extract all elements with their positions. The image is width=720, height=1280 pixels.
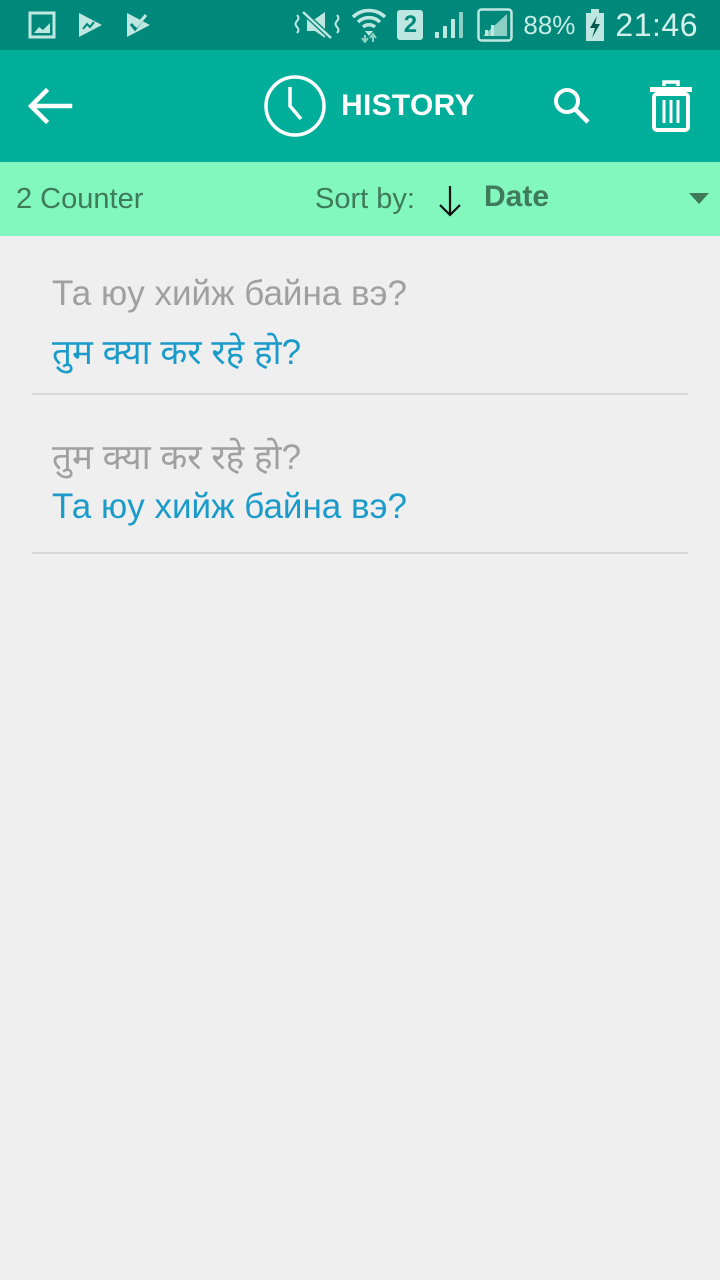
sort-select[interactable]: Date [484,180,549,214]
delete-all-button[interactable] [648,79,694,133]
history-item[interactable]: तुम क्या कर रहे हो? Та юу хийж байна вэ? [32,395,688,554]
page-title-text: HISTORY [341,89,475,122]
task-check-icon [124,10,152,40]
signal-sim2-icon [477,8,514,42]
mute-vibrate-icon [293,9,341,41]
translated-text: Та юу хийж байна вэ? [52,487,407,526]
sort-direction-toggle[interactable] [436,184,464,218]
translated-text: तुम क्या कर रहे हो? [52,333,302,372]
app-bar: HISTORY [0,50,720,162]
clock-time: 21:46 [615,6,698,43]
sort-label: Sort by: [315,183,415,215]
clock-icon [264,75,326,137]
wifi-icon [351,7,387,43]
back-button[interactable] [26,86,74,126]
page-title: HISTORY [263,74,475,138]
trash-icon [650,80,692,132]
signal-icon [433,10,467,40]
sort-bar: 2 Counter Sort by: Date [0,162,720,236]
battery-charging-icon [585,9,605,41]
play-store-icon [76,10,104,40]
battery-percent: 88% [523,9,576,40]
arrow-down-icon [439,186,461,217]
dropdown-arrow-icon[interactable] [689,193,709,204]
gallery-icon [28,10,56,40]
history-counter: 2 Counter [16,183,144,215]
history-item[interactable]: Та юу хийж байна вэ? तुम क्या कर रहे हो? [32,236,688,395]
search-button[interactable] [551,85,593,127]
status-bar: 2 88% 21:46 [0,0,720,50]
source-text: Та юу хийж байна вэ? [52,274,407,313]
sim-2-icon: 2 [397,10,424,40]
source-text: तुम क्या कर रहे हो? [52,438,302,477]
search-icon [554,88,590,124]
arrow-left-icon [27,87,73,125]
history-list: Та юу хийж байна вэ? तुम क्या कर रहे हो?… [32,236,688,554]
